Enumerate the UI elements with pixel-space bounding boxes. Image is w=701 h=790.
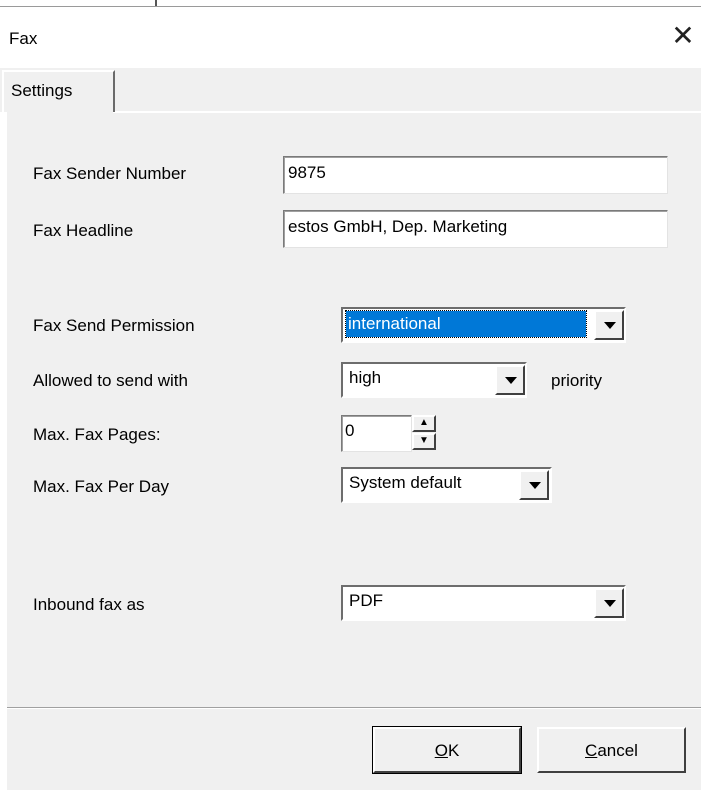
spinner-up-button[interactable]: ▲ (412, 415, 436, 432)
max-fax-per-day-select[interactable]: System default (341, 467, 552, 503)
priority-suffix-label: priority (551, 371, 603, 390)
ok-button[interactable]: OK (372, 726, 522, 774)
max-fax-per-day-value: System default (349, 473, 462, 492)
inbound-fax-format-select[interactable]: PDF (341, 585, 626, 621)
priority-value: high (349, 368, 382, 387)
cancel-button-label: Cancel (585, 741, 638, 760)
fax-headline-label: Fax Headline (33, 221, 134, 240)
fax-send-permission-label: Fax Send Permission (33, 316, 195, 335)
fax-headline-input[interactable]: estos GmbH, Dep. Marketing (283, 210, 668, 248)
fax-send-permission-dropdown-button[interactable] (594, 310, 624, 340)
chevron-down-icon (529, 482, 541, 489)
max-fax-per-day-dropdown-button[interactable] (519, 470, 549, 500)
chevron-down-icon (604, 600, 616, 607)
chevron-down-icon (505, 377, 517, 384)
fax-sender-number-input[interactable]: 9875 (283, 156, 668, 194)
ok-button-label: OK (434, 741, 460, 760)
max-fax-pages-label: Max. Fax Pages: (33, 425, 161, 444)
chevron-down-icon (604, 322, 616, 329)
tab-settings[interactable]: Settings (2, 70, 115, 112)
cancel-button[interactable]: Cancel (537, 727, 686, 773)
window-left-edge (0, 69, 7, 790)
spinner-down-button[interactable]: ▼ (412, 433, 436, 450)
inbound-fax-format-value: PDF (349, 591, 383, 610)
title-bar[interactable]: Fax ✕ (0, 7, 701, 69)
tab-settings-label: Settings (11, 81, 73, 100)
fax-send-permission-select[interactable]: international (341, 307, 626, 343)
allowed-to-send-with-label: Allowed to send with (33, 371, 188, 390)
close-icon[interactable]: ✕ (668, 21, 698, 51)
window-title: Fax (9, 29, 38, 48)
footer-separator-highlight (7, 708, 701, 709)
priority-select[interactable]: high (341, 362, 527, 398)
max-fax-per-day-label: Max. Fax Per Day (33, 477, 170, 496)
priority-dropdown-button[interactable] (495, 365, 525, 395)
tab-panel-top-edge (113, 111, 701, 113)
fax-send-permission-value: international (345, 310, 587, 338)
inbound-fax-as-label: Inbound fax as (33, 595, 145, 614)
max-fax-pages-input[interactable]: 0 (341, 415, 412, 452)
fax-sender-number-label: Fax Sender Number (33, 164, 187, 183)
inbound-fax-format-dropdown-button[interactable] (594, 588, 624, 618)
